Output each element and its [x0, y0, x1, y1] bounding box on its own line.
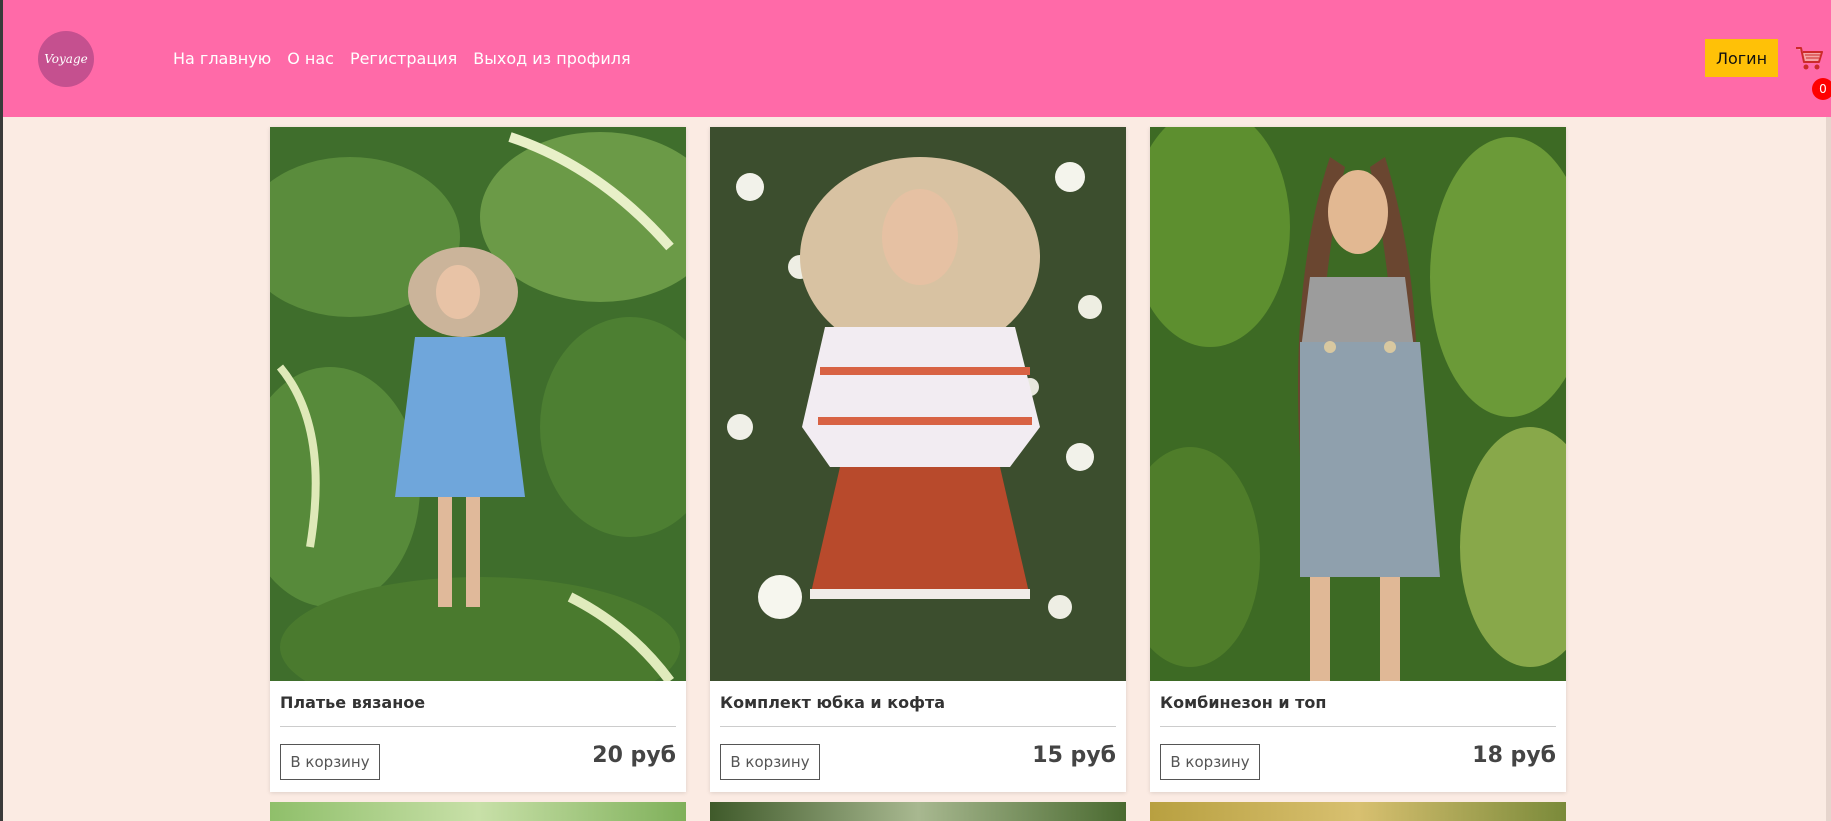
nav-link-register[interactable]: Регистрация [350, 49, 457, 68]
product-title: Комбинезон и топ [1160, 693, 1327, 712]
product-price: 20 руб [592, 743, 676, 768]
add-to-cart-button[interactable]: В корзину [720, 744, 820, 780]
product-image[interactable] [710, 127, 1126, 681]
nav-link-logout[interactable]: Выход из профиля [473, 49, 630, 68]
product-card: Комбинезон и топ В корзину 18 руб [1150, 127, 1566, 792]
login-button[interactable]: Логин [1705, 39, 1778, 77]
scrollbar[interactable] [1826, 117, 1831, 821]
product-image[interactable] [270, 127, 686, 681]
product-card: Комплект юбка и кофта В корзину 15 руб [710, 127, 1126, 792]
product-image-partial[interactable] [1150, 802, 1566, 821]
product-title: Платье вязаное [280, 693, 426, 712]
logo-text: Voyage [44, 52, 88, 66]
shopping-cart-icon[interactable] [1795, 45, 1823, 71]
card-divider [720, 726, 1116, 727]
product-price: 15 руб [1032, 743, 1116, 768]
add-to-cart-button[interactable]: В корзину [1160, 744, 1260, 780]
add-to-cart-button[interactable]: В корзину [280, 744, 380, 780]
product-title: Комплект юбка и кофта [720, 693, 946, 712]
navbar: Voyage На главную О нас Регистрация Выхо… [3, 0, 1831, 117]
main-nav: На главную О нас Регистрация Выход из пр… [173, 0, 647, 117]
product-image-partial[interactable] [270, 802, 686, 821]
cart-count-badge: 0 [1812, 78, 1831, 100]
product-price: 18 руб [1472, 743, 1556, 768]
card-divider [1160, 726, 1556, 727]
product-card: Платье вязаное В корзину 20 руб [270, 127, 686, 792]
nav-link-home[interactable]: На главную [173, 49, 271, 68]
card-divider [280, 726, 676, 727]
window-edge [0, 0, 3, 821]
nav-link-about[interactable]: О нас [287, 49, 334, 68]
product-image-partial[interactable] [710, 802, 1126, 821]
product-image[interactable] [1150, 127, 1566, 681]
brand-logo[interactable]: Voyage [38, 31, 94, 87]
